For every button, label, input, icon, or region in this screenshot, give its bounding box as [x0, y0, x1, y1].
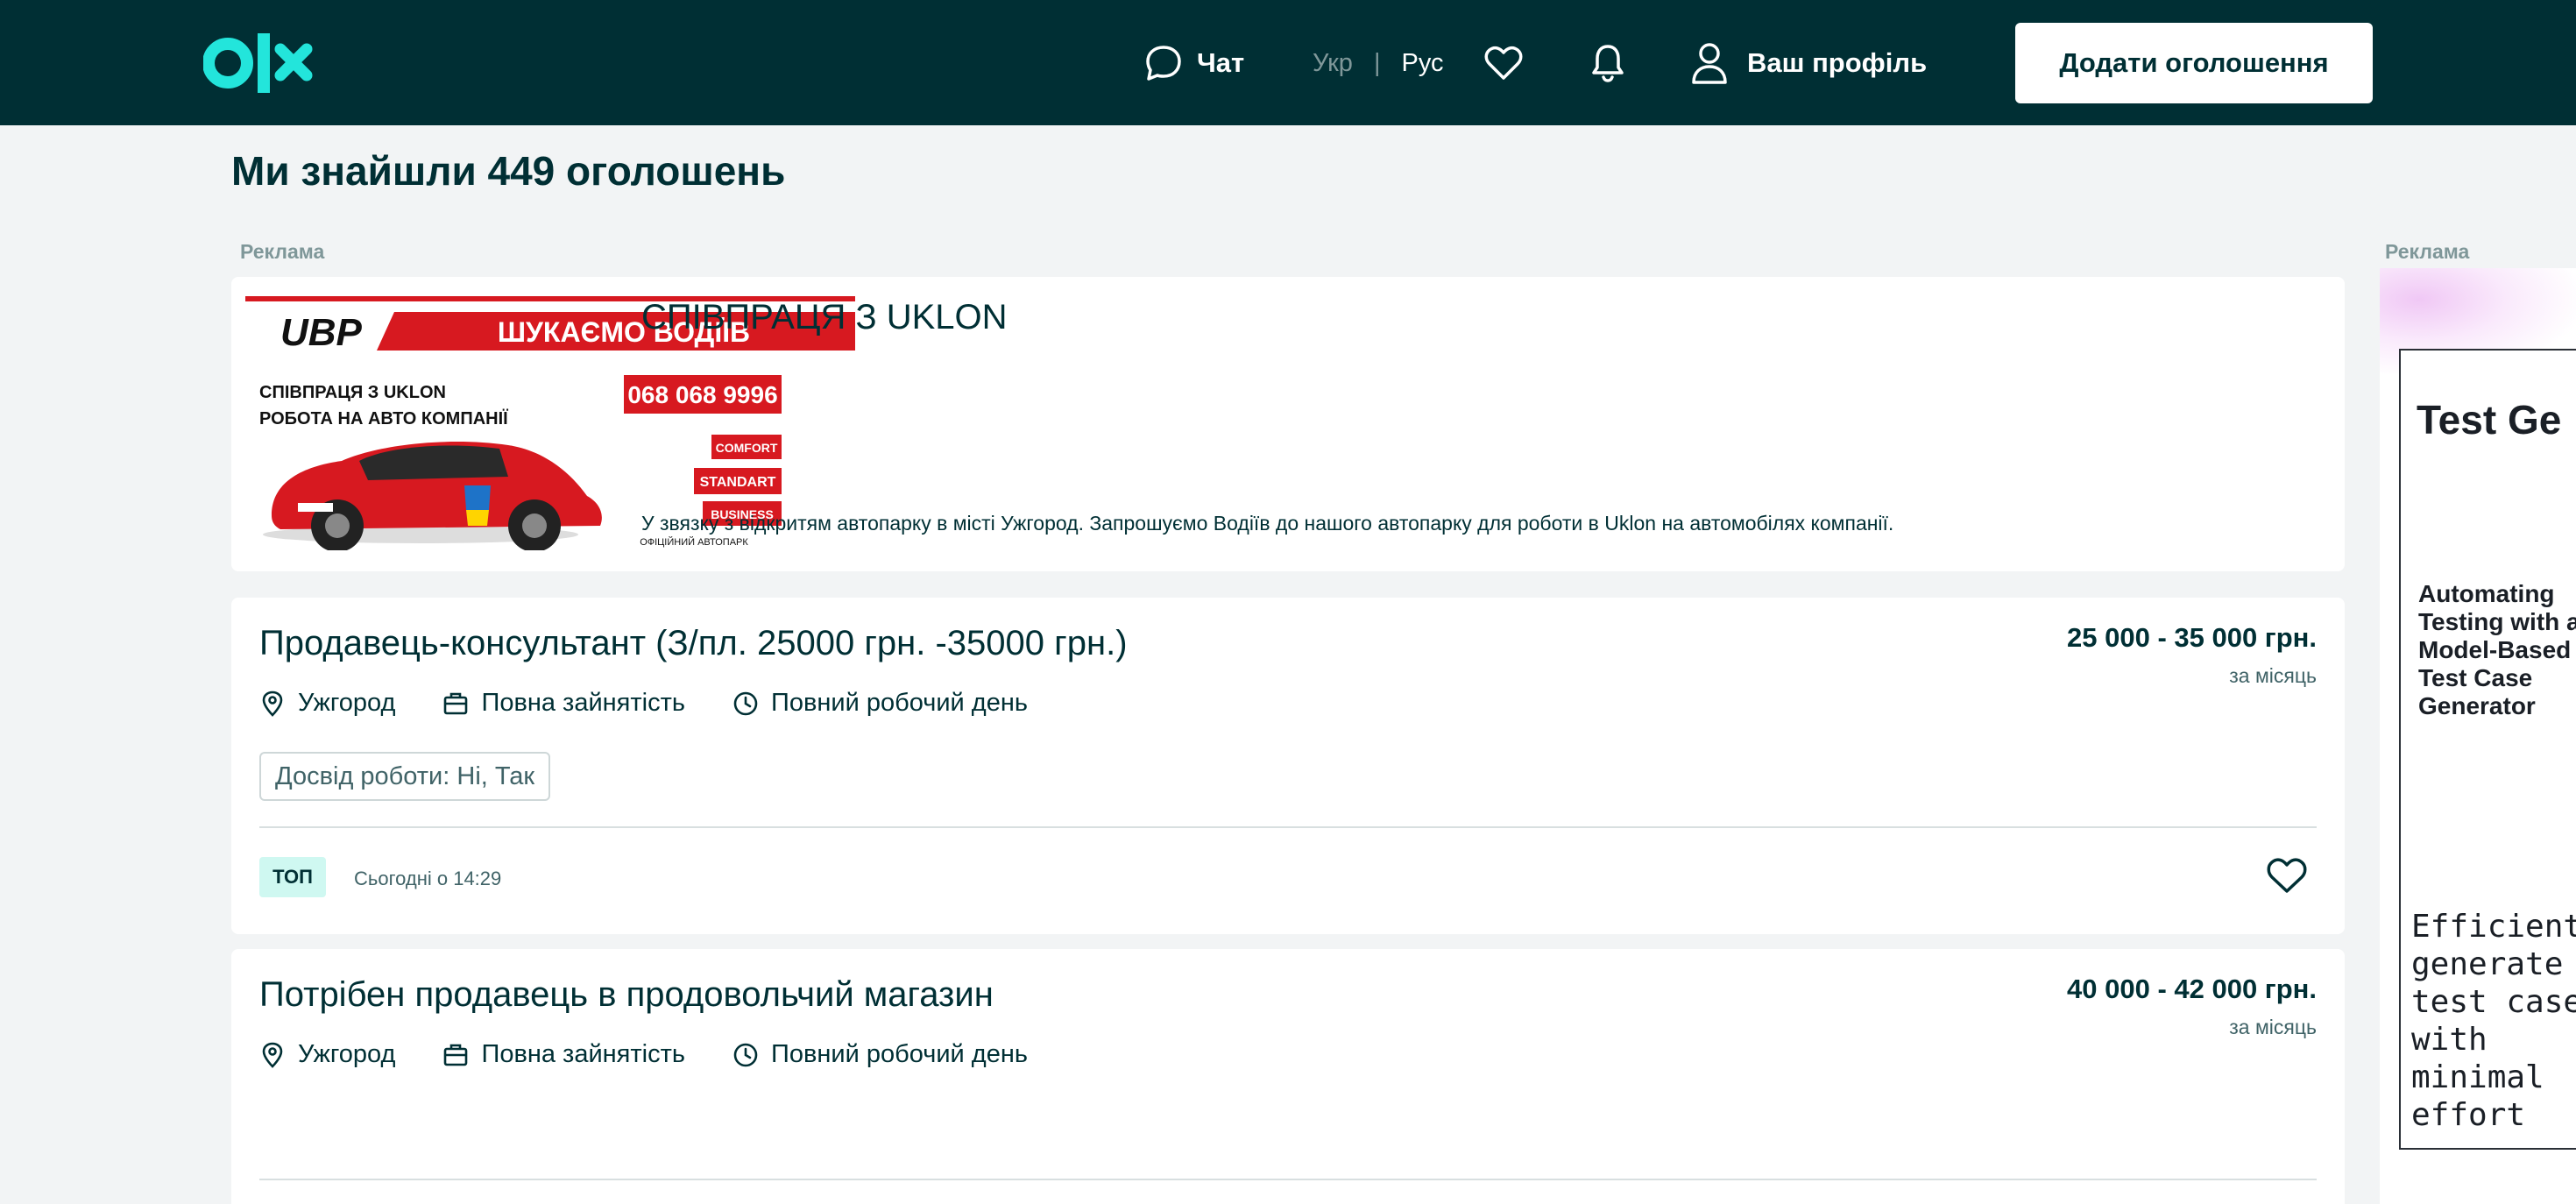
job-schedule-label: Повний робочий день: [771, 689, 1028, 717]
profile-label: Ваш профіль: [1747, 47, 1928, 78]
add-to-favorites-button[interactable]: [2264, 853, 2310, 899]
chat-label: Чат: [1197, 47, 1245, 78]
ad-banner-brand: UBP: [280, 311, 363, 354]
job-salary: 25 000 - 35 000 грн.: [2067, 622, 2317, 653]
ad-banner-line1: СПІВПРАЦЯ З UKLON: [259, 383, 446, 402]
job-schedule-label: Повний робочий день: [771, 1040, 1028, 1068]
ad-banner-class2: STANDART: [700, 475, 776, 490]
favorites-button[interactable]: [1483, 40, 1524, 86]
clock-icon: [733, 1043, 758, 1066]
job-location: Ужгород: [259, 1040, 395, 1069]
card-divider: [259, 826, 2317, 828]
ad-banner-phone: 068 068 9996: [627, 381, 777, 408]
job-schedule: Повний робочий день: [732, 689, 1028, 718]
job-listing-card[interactable]: Продавець-консультант (З/пл. 25000 грн. …: [231, 598, 2345, 934]
top-header: Чат Укр | Рус Ваш профіль Додати оголоше…: [0, 0, 2576, 125]
job-employment: Повна зайнятість: [442, 689, 685, 718]
job-location-label: Ужгород: [298, 1040, 396, 1068]
language-switcher: Укр | Рус: [1313, 46, 1444, 81]
ad-banner-footer: ОФІЦІЙНИЙ АВТОПАРК: [640, 536, 748, 548]
add-listing-button[interactable]: Додати оголошення: [2015, 23, 2373, 103]
job-date: Сьогодні о 14:29: [354, 868, 502, 889]
lang-ukr[interactable]: Укр: [1313, 49, 1353, 78]
side-ad-subtitle: Automating Testing with a Model-Based Te…: [2418, 580, 2576, 719]
job-location: Ужгород: [259, 689, 395, 718]
ad-description: У звязку з відкритям автопарку в місті У…: [641, 512, 1894, 535]
experience-tag: Досвід роботи: Ні, Так: [259, 752, 551, 801]
heart-icon: [1484, 46, 1523, 80]
job-meta: Ужгород Повна зайнятість Повний робочий …: [259, 1040, 1028, 1069]
ad-banner-line2: РОБОТА НА АВТО КОМПАНІЇ: [259, 408, 508, 428]
job-title[interactable]: Потрібен продавець в продовольчий магази…: [259, 975, 994, 1015]
results-count-title: Ми знайшли 449 оголошень: [231, 148, 786, 194]
sponsored-ad-card[interactable]: UBP ШУКАЄМО ВОДІЇВ СПІВПРАЦЯ З UKLON РОБ…: [231, 277, 2345, 571]
side-ad-title: Test Ge: [2417, 397, 2562, 443]
job-salary-period: за місяць: [2229, 1016, 2317, 1038]
ad-label-main: Реклама: [240, 240, 325, 263]
briefcase-icon: [444, 1044, 468, 1066]
job-employment: Повна зайнятість: [442, 1040, 685, 1069]
user-icon: [1692, 43, 1727, 84]
job-employment-label: Повна зайнятість: [481, 689, 686, 717]
side-ad-banner[interactable]: Test Ge Automating Testing with a Model-…: [2380, 268, 2576, 1204]
chat-link[interactable]: Чат: [1144, 40, 1244, 86]
job-title[interactable]: Продавець-консультант (З/пл. 25000 грн. …: [259, 624, 1128, 663]
side-ad-book-cover: Test Ge Automating Testing with a Model-…: [2399, 349, 2576, 1150]
job-salary-period: за місяць: [2229, 664, 2317, 687]
ad-title[interactable]: СПІВПРАЦЯ З UKLON: [641, 298, 1008, 337]
top-badge: ТОП: [259, 857, 326, 897]
location-pin-icon: [262, 1042, 283, 1068]
heart-icon: [2267, 858, 2307, 893]
job-meta: Ужгород Повна зайнятість Повний робочий …: [259, 689, 1028, 718]
job-location-label: Ужгород: [298, 689, 396, 717]
ad-label-side: Реклама: [2385, 240, 2470, 263]
job-employment-label: Повна зайнятість: [481, 1040, 686, 1068]
lang-separator: |: [1373, 48, 1381, 77]
ad-banner-class1: COMFORT: [716, 441, 778, 455]
card-divider: [259, 1179, 2317, 1180]
profile-link[interactable]: Ваш профіль: [1691, 39, 1927, 88]
side-ad-text: Efficiently generate test cases with min…: [2411, 909, 2576, 1133]
job-salary: 40 000 - 42 000 грн.: [2067, 974, 2317, 1004]
job-listing-card[interactable]: Потрібен продавець в продовольчий магази…: [231, 949, 2345, 1204]
chat-icon: [1146, 46, 1181, 81]
job-schedule: Повний робочий день: [732, 1040, 1028, 1069]
notifications-button[interactable]: [1588, 40, 1628, 86]
lang-rus[interactable]: Рус: [1401, 49, 1443, 78]
location-pin-icon: [262, 691, 283, 717]
briefcase-icon: [444, 692, 468, 714]
olx-logo[interactable]: [203, 26, 333, 100]
clock-icon: [733, 691, 758, 715]
bell-icon: [1592, 45, 1624, 82]
